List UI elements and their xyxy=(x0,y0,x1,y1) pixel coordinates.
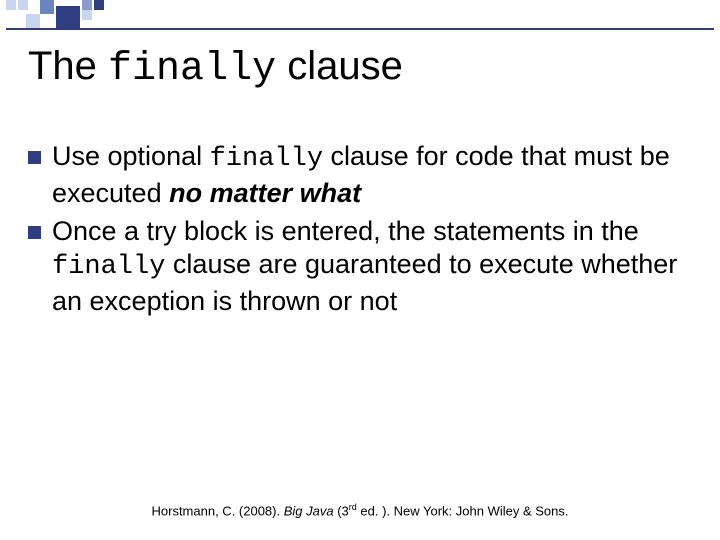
citation-author: Horstmann, C. (2008). xyxy=(152,503,284,518)
text-run-emph: no matter what xyxy=(169,178,361,208)
slide-title: The finally clause xyxy=(28,44,692,92)
text-run: Once a try block is entered, the stateme… xyxy=(52,216,639,246)
decorative-squares xyxy=(0,0,720,30)
list-item: Once a try block is entered, the stateme… xyxy=(28,215,680,319)
deco-square-icon xyxy=(6,0,16,10)
title-text-post: clause xyxy=(276,44,403,88)
citation-edition-sup: rd xyxy=(349,502,357,512)
deco-square-icon xyxy=(40,0,54,14)
text-run-mono: finally xyxy=(52,252,165,282)
text-run-mono: finally xyxy=(210,144,323,174)
title-text-pre: The xyxy=(28,44,108,88)
square-bullet-icon xyxy=(28,226,41,239)
bullet-text: Use optional finally clause for code tha… xyxy=(52,140,680,211)
citation: Horstmann, C. (2008). Big Java (3rd ed. … xyxy=(0,502,720,518)
deco-square-icon xyxy=(82,10,92,20)
title-text-mono: finally xyxy=(108,47,276,92)
deco-square-icon xyxy=(26,14,40,28)
text-run: Use optional xyxy=(52,141,210,171)
deco-square-icon xyxy=(18,0,28,10)
deco-square-icon xyxy=(94,0,104,10)
citation-edition-close: ed. ). New York: John Wiley & Sons. xyxy=(357,503,569,518)
slide-body: Use optional finally clause for code tha… xyxy=(28,140,680,323)
square-bullet-icon xyxy=(28,151,41,164)
horizontal-rule xyxy=(6,28,714,30)
bullet-text: Once a try block is entered, the stateme… xyxy=(52,215,680,319)
list-item: Use optional finally clause for code tha… xyxy=(28,140,680,211)
deco-square-icon xyxy=(56,6,80,28)
deco-square-icon xyxy=(82,0,92,10)
citation-book: Big Java xyxy=(284,503,334,518)
citation-edition-open: (3 xyxy=(334,503,349,518)
slide: The finally clause Use optional finally … xyxy=(0,0,720,540)
